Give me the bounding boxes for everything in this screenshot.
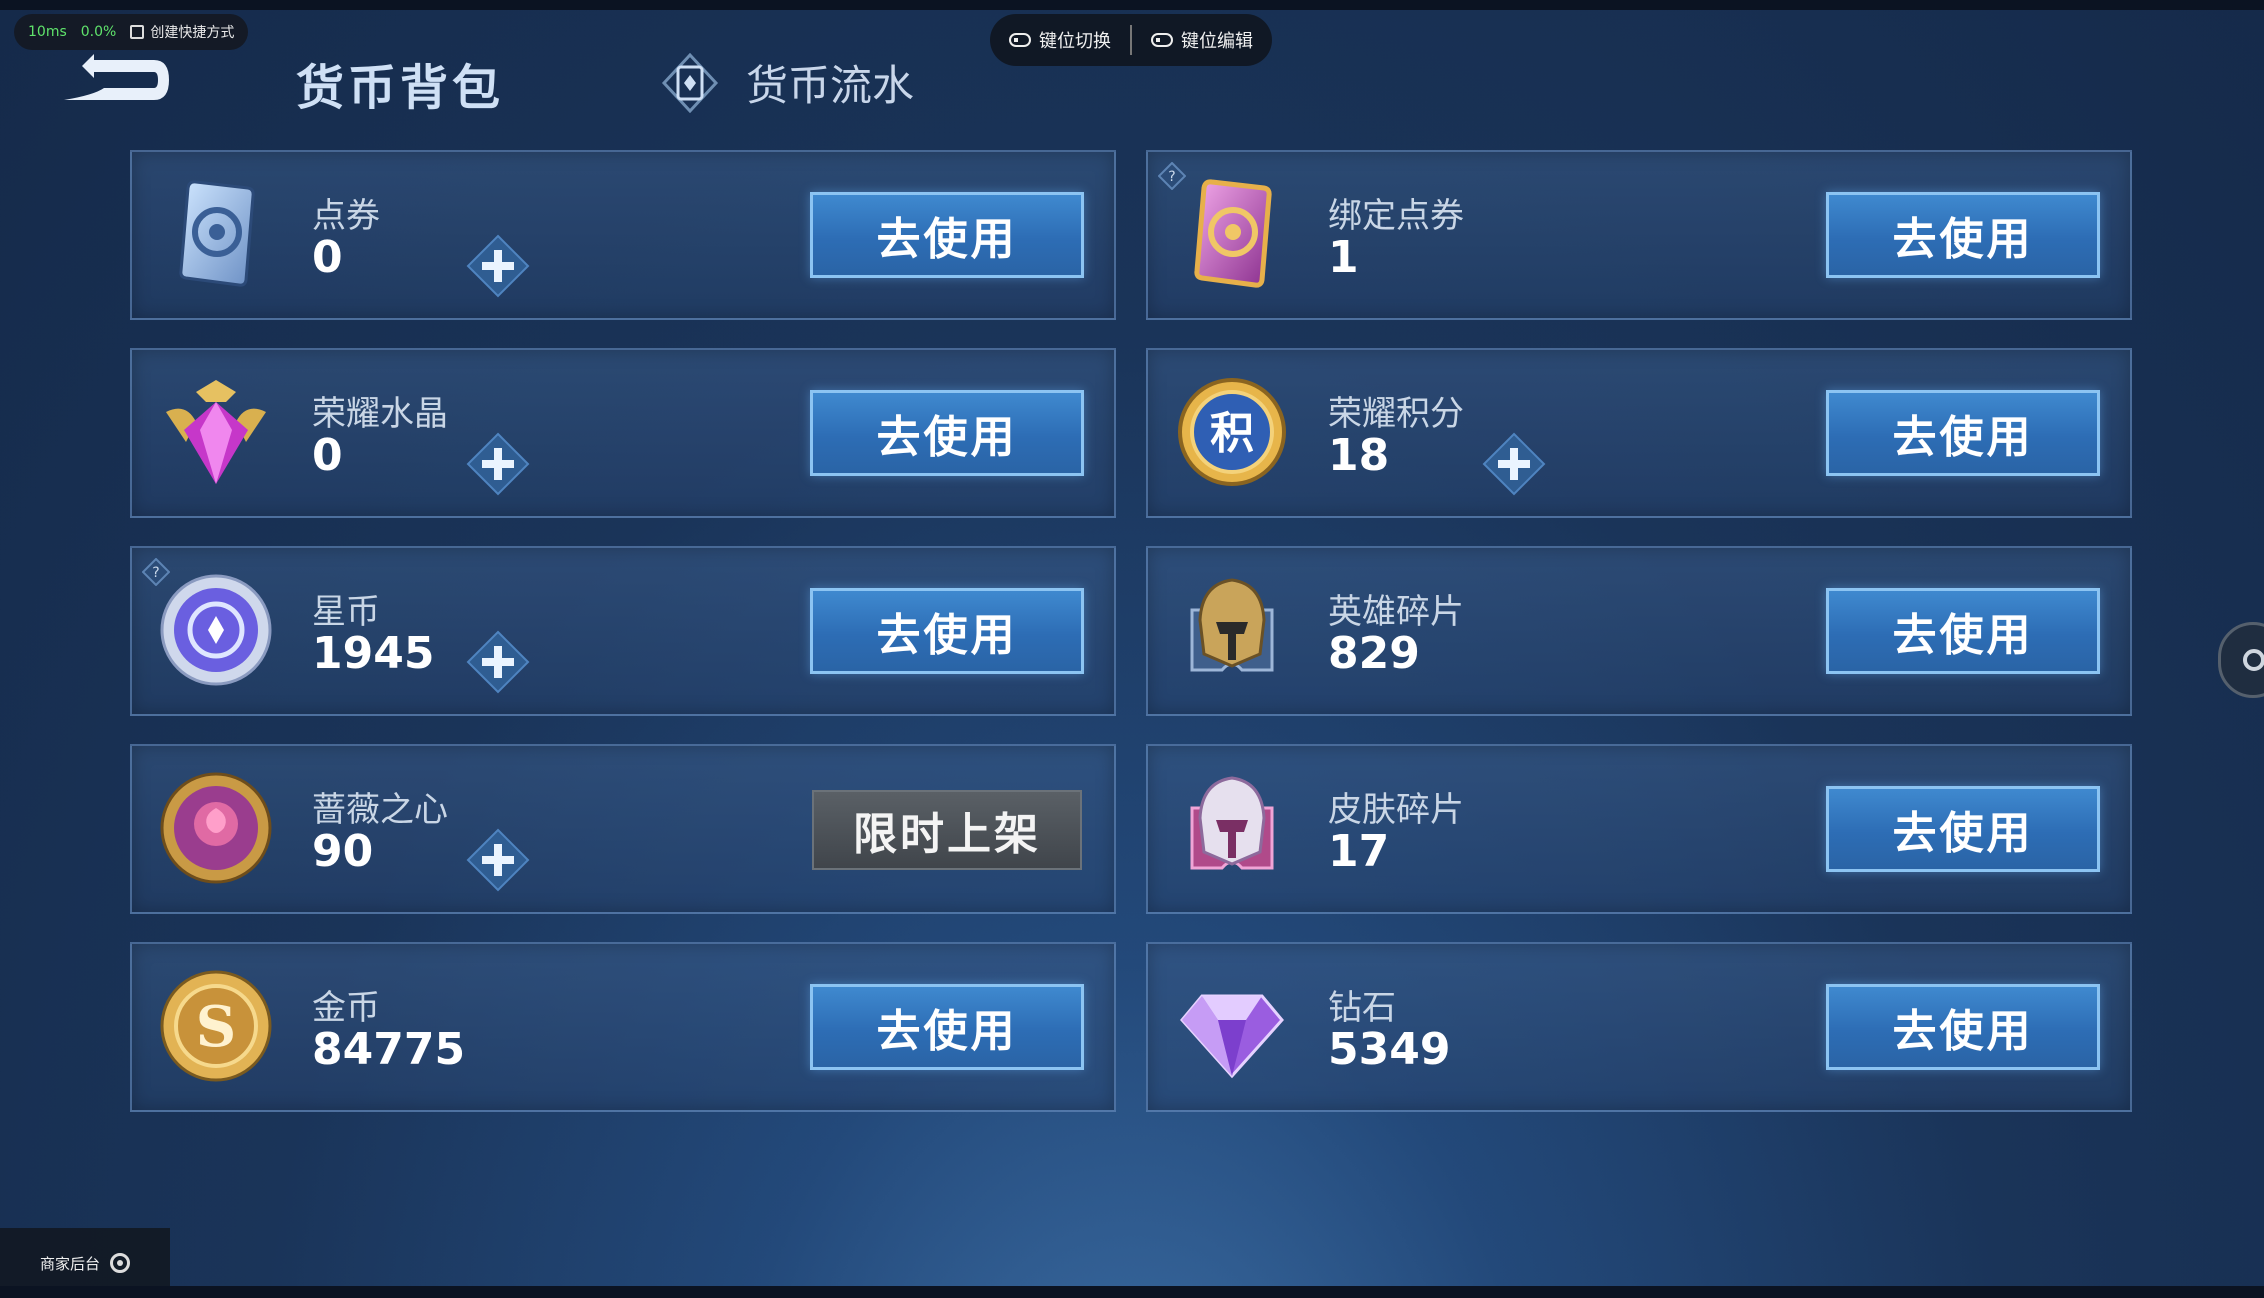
key-switch-button[interactable]: 键位切换 bbox=[990, 27, 1130, 53]
currency-value: 84775 bbox=[312, 1024, 466, 1075]
currency-card-hero-fragment: 英雄碎片 829 去使用 bbox=[1146, 546, 2132, 716]
rose-heart-icon bbox=[160, 772, 272, 884]
glory-crystal-icon bbox=[166, 380, 266, 484]
use-hero-fragment-button[interactable]: 去使用 bbox=[1826, 588, 2100, 674]
currency-value: 5349 bbox=[1328, 1024, 1451, 1075]
currency-name: 点券 bbox=[312, 196, 380, 236]
currency-value: 1945 bbox=[312, 628, 435, 679]
currency-name: 荣耀水晶 bbox=[312, 394, 448, 434]
add-glory-crystal-button[interactable] bbox=[466, 432, 530, 496]
ticket-card-icon bbox=[179, 180, 255, 287]
key-mapping-bar: 键位切换 键位编辑 bbox=[990, 14, 1272, 66]
window-bottom-border bbox=[0, 1286, 2264, 1298]
currency-name: 钻石 bbox=[1328, 988, 1396, 1028]
packet-loss-text: 0.0% bbox=[80, 24, 117, 40]
currency-name: 英雄碎片 bbox=[1328, 592, 1464, 632]
currency-value: 18 bbox=[1328, 430, 1390, 481]
merchant-backend-label: 商家后台 bbox=[39, 1254, 100, 1273]
gold-coin-icon: S bbox=[160, 970, 272, 1082]
window-top-border bbox=[0, 0, 2264, 10]
limited-release-button[interactable]: 限时上架 bbox=[812, 790, 1082, 870]
currency-value: 1 bbox=[1328, 232, 1359, 283]
use-diamond-button[interactable]: 去使用 bbox=[1826, 984, 2100, 1070]
use-glory-points-button[interactable]: 去使用 bbox=[1826, 390, 2100, 476]
currency-card-coupon: 点券 0 去使用 bbox=[130, 150, 1116, 320]
add-star-coin-button[interactable] bbox=[466, 630, 530, 694]
back-arrow-icon[interactable] bbox=[54, 50, 174, 110]
key-edit-button[interactable]: 键位编辑 bbox=[1132, 27, 1272, 53]
currency-flow-tab[interactable]: 货币流水 bbox=[660, 52, 914, 113]
currency-name: 皮肤碎片 bbox=[1328, 790, 1464, 830]
currency-card-gold-coin: S 金币 84775 去使用 bbox=[130, 942, 1116, 1112]
skin-fragment-icon bbox=[1190, 776, 1274, 870]
performance-overlay: 10ms 0.0% 创建快捷方式 bbox=[14, 14, 249, 50]
bound-ticket-icon bbox=[1194, 179, 1272, 288]
use-coupon-button[interactable]: 去使用 bbox=[810, 192, 1084, 278]
use-gold-coin-button[interactable]: 去使用 bbox=[810, 984, 1084, 1070]
create-shortcut-label: 创建快捷方式 bbox=[150, 25, 235, 41]
currency-name: 星币 bbox=[312, 592, 380, 632]
currency-value: 0 bbox=[312, 232, 343, 283]
use-skin-fragment-button[interactable]: 去使用 bbox=[1826, 786, 2100, 872]
currency-value: 17 bbox=[1328, 826, 1390, 877]
page-title: 货币背包 bbox=[296, 60, 505, 116]
star-coin-icon bbox=[160, 574, 272, 686]
use-glory-crystal-button[interactable]: 去使用 bbox=[810, 390, 1084, 476]
currency-name: 荣耀积分 bbox=[1328, 394, 1464, 434]
settings-gear-icon bbox=[110, 1253, 130, 1273]
glory-points-icon: 积 bbox=[1178, 378, 1286, 486]
currency-name: 蔷薇之心 bbox=[312, 790, 448, 830]
key-switch-label: 键位切换 bbox=[1039, 31, 1111, 52]
currency-card-bound-coupon: ? 绑定点券 1 去使用 bbox=[1146, 150, 2132, 320]
currency-card-glory-crystal: 荣耀水晶 0 去使用 bbox=[130, 348, 1116, 518]
currency-flow-label: 货币流水 bbox=[746, 61, 915, 110]
currency-card-skin-fragment: 皮肤碎片 17 去使用 bbox=[1146, 744, 2132, 914]
ledger-icon bbox=[661, 52, 719, 113]
gamepad-icon bbox=[1009, 33, 1031, 47]
svg-text:积: 积 bbox=[1210, 408, 1254, 459]
key-edit-label: 键位编辑 bbox=[1181, 31, 1253, 52]
currency-value: 0 bbox=[312, 430, 343, 481]
create-shortcut-button[interactable]: 创建快捷方式 bbox=[130, 22, 234, 42]
use-star-coin-button[interactable]: 去使用 bbox=[810, 588, 1084, 674]
currency-value: 829 bbox=[1328, 628, 1420, 679]
currency-card-diamond: 钻石 5349 去使用 bbox=[1146, 942, 2132, 1112]
diamond-icon bbox=[1180, 994, 1284, 1079]
shortcut-icon bbox=[130, 25, 145, 39]
currency-value: 90 bbox=[312, 826, 374, 877]
use-bound-coupon-button[interactable]: 去使用 bbox=[1826, 192, 2100, 278]
add-rose-heart-button[interactable] bbox=[466, 828, 530, 892]
hero-fragment-icon bbox=[1190, 578, 1274, 672]
currency-card-rose-heart: 蔷薇之心 90 限时上架 bbox=[130, 744, 1116, 914]
currency-card-glory-points: 积 荣耀积分 18 去使用 bbox=[1146, 348, 2132, 518]
currency-name: 绑定点券 bbox=[1328, 196, 1464, 236]
add-coupon-button[interactable] bbox=[466, 234, 530, 298]
currency-card-star-coin: ? 星币 1945 去使用 bbox=[130, 546, 1116, 716]
add-glory-points-button[interactable] bbox=[1482, 432, 1546, 496]
latency-text: 10ms bbox=[28, 24, 67, 40]
gamepad-icon bbox=[1151, 33, 1173, 47]
side-float-handle[interactable] bbox=[2218, 622, 2264, 698]
currency-name: 金币 bbox=[312, 988, 380, 1028]
svg-text:S: S bbox=[196, 994, 236, 1060]
